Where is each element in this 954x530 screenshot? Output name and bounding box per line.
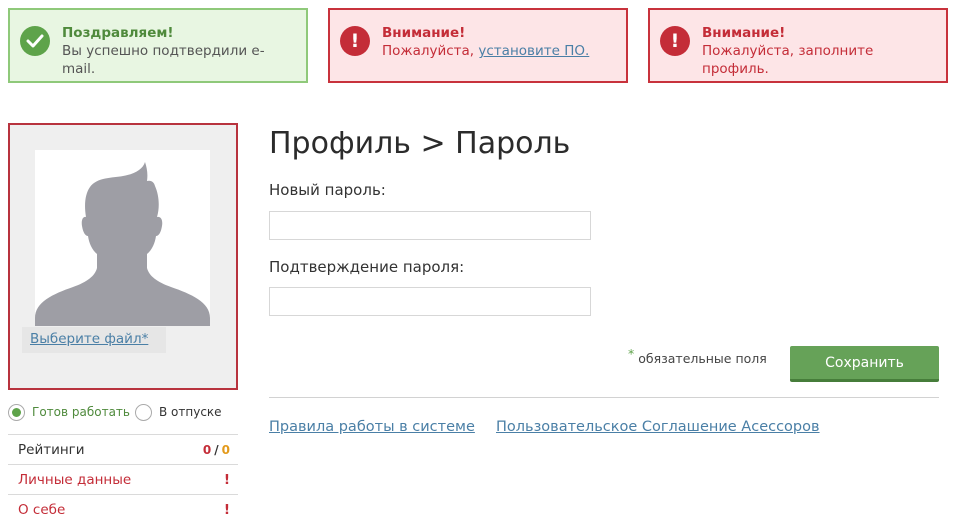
ratings-separator: / bbox=[214, 442, 219, 457]
alert-text: Поздравляем! Вы успешно подтвердили e-ma… bbox=[62, 24, 296, 81]
side-item-about[interactable]: О себе ! bbox=[8, 494, 238, 524]
ready-label: Готов работать bbox=[32, 405, 130, 419]
work-status: Готов работать В отпуске bbox=[8, 401, 222, 423]
alert-title: Поздравляем! bbox=[62, 25, 174, 41]
required-fields-note: * обязательные поля bbox=[628, 346, 767, 366]
install-software-alert: ! Внимание! Пожалуйста, установите ПО. bbox=[328, 8, 628, 83]
side-item-ratings[interactable]: Рейтинги 0/0 bbox=[8, 434, 238, 464]
side-menu: Рейтинги 0/0 Личные данные ! О себе ! bbox=[8, 434, 238, 524]
confirm-password-label: Подтверждение пароля: bbox=[269, 258, 465, 276]
exclamation-circle-icon: ! bbox=[340, 26, 370, 56]
alert-message: Пожалуйста, заполните профиль. bbox=[702, 43, 874, 77]
vacation-label: В отпуске bbox=[159, 405, 222, 419]
side-item-label: О себе bbox=[18, 501, 66, 518]
divider bbox=[269, 397, 939, 398]
alert-text: Внимание! Пожалуйста, установите ПО. bbox=[382, 24, 589, 81]
required-note-text: обязательные поля bbox=[638, 351, 767, 366]
required-star: * bbox=[628, 346, 635, 361]
alert-message-prefix: Пожалуйста, bbox=[382, 43, 479, 59]
ratings-count: 0/0 bbox=[203, 443, 230, 457]
ready-radio[interactable] bbox=[8, 403, 25, 421]
user-agreement-link[interactable]: Пользовательское Соглашение Асессоров bbox=[496, 419, 820, 435]
page-title: Профиль > Пароль bbox=[269, 126, 571, 161]
save-button[interactable]: Сохранить bbox=[790, 346, 939, 382]
rules-link[interactable]: Правила работы в системе bbox=[269, 419, 475, 435]
check-circle-icon bbox=[20, 26, 50, 56]
choose-file-button[interactable]: Выберите файл* bbox=[22, 327, 166, 353]
install-software-link[interactable]: установите ПО. bbox=[478, 43, 589, 59]
warning-mark: ! bbox=[223, 501, 230, 518]
alert-title: Внимание! bbox=[382, 25, 466, 41]
fill-profile-alert: ! Внимание! Пожалуйста, заполните профил… bbox=[648, 8, 948, 83]
ratings-count-a: 0 bbox=[202, 442, 212, 457]
success-alert: Поздравляем! Вы успешно подтвердили e-ma… bbox=[8, 8, 308, 83]
side-item-personal-data[interactable]: Личные данные ! bbox=[8, 464, 238, 494]
alert-title: Внимание! bbox=[702, 25, 786, 41]
alert-message: Вы успешно подтвердили e-mail. bbox=[62, 43, 265, 77]
exclamation-circle-icon: ! bbox=[660, 26, 690, 56]
user-silhouette-icon bbox=[35, 150, 210, 326]
new-password-input[interactable] bbox=[269, 211, 591, 240]
vacation-radio[interactable] bbox=[135, 403, 152, 421]
side-item-label: Рейтинги bbox=[18, 441, 85, 458]
alert-message: Пожалуйста, установите ПО. bbox=[382, 42, 589, 60]
warning-mark: ! bbox=[223, 471, 230, 488]
confirm-password-input[interactable] bbox=[269, 287, 591, 316]
new-password-label: Новый пароль: bbox=[269, 181, 386, 199]
avatar-panel: Выберите файл* bbox=[8, 123, 238, 390]
alert-text: Внимание! Пожалуйста, заполните профиль. bbox=[702, 24, 936, 81]
side-item-label: Личные данные bbox=[18, 471, 132, 488]
ratings-count-b: 0 bbox=[221, 442, 230, 457]
